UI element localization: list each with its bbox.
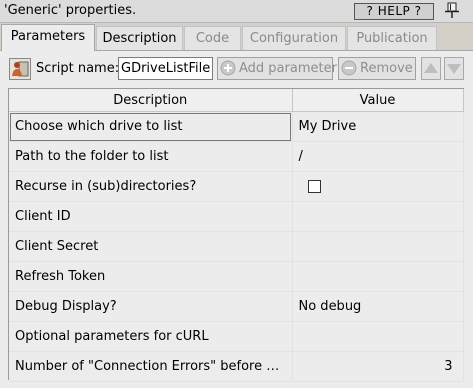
tab-description[interactable]: Description xyxy=(96,26,183,50)
remove-icon xyxy=(341,60,357,76)
tab-configuration[interactable]: Configuration xyxy=(242,26,346,50)
table-row[interactable]: Choose which drive to list My Drive xyxy=(9,111,464,142)
script-name-input[interactable] xyxy=(118,57,213,80)
tab-code[interactable]: Code xyxy=(184,26,241,50)
parameters-table: Description Value Choose which drive to … xyxy=(8,88,464,382)
pin-icon[interactable] xyxy=(444,2,460,19)
parameter-value[interactable] xyxy=(292,261,464,292)
parameter-description: Number of "Connection Errors" before Ab.… xyxy=(9,351,293,382)
description-column-header[interactable]: Description xyxy=(9,89,293,112)
table-row[interactable]: Client ID xyxy=(9,201,464,232)
remove-button[interactable]: Remove xyxy=(338,57,416,80)
tab-parameters[interactable]: Parameters xyxy=(1,24,95,51)
parameter-description: Path to the folder to list xyxy=(9,141,293,172)
value-column-header[interactable]: Value xyxy=(292,89,464,112)
remove-label: Remove xyxy=(360,61,413,76)
parameter-description: Recurse in (sub)directories? xyxy=(9,171,293,202)
add-parameter-label: Add parameter xyxy=(239,61,337,76)
table-row[interactable]: Client Secret xyxy=(9,231,464,262)
parameter-value[interactable]: No debug xyxy=(292,291,464,322)
parameter-description: Refresh Token xyxy=(9,261,293,292)
recurse-checkbox[interactable] xyxy=(307,180,321,193)
add-icon xyxy=(220,60,236,76)
toolbar: Script name: Add parameter Remove xyxy=(0,55,473,83)
table-row[interactable]: Number of "Connection Errors" before Ab.… xyxy=(9,351,464,382)
parameter-value[interactable] xyxy=(292,231,464,262)
table-row[interactable]: Debug Display? No debug xyxy=(9,291,464,322)
parameters-panel: Script name: Add parameter Remove xyxy=(0,50,473,388)
arrow-down-icon[interactable] xyxy=(444,57,464,80)
parameter-description: Debug Display? xyxy=(9,291,293,322)
parameter-value xyxy=(292,171,464,202)
parameter-value[interactable]: / xyxy=(292,141,464,172)
add-parameter-button[interactable]: Add parameter xyxy=(217,57,337,80)
arrow-up-icon[interactable] xyxy=(421,57,441,80)
parameter-description: Optional parameters for cURL xyxy=(9,321,293,352)
table-header-row: Description Value xyxy=(9,89,464,112)
table-row[interactable]: Path to the folder to list / xyxy=(9,141,464,172)
parameter-description: Client ID xyxy=(9,201,293,232)
tab-publication[interactable]: Publication xyxy=(347,26,437,50)
script-name-label: Script name: xyxy=(36,61,120,76)
parameter-value[interactable]: My Drive xyxy=(292,111,464,142)
parameter-value[interactable] xyxy=(292,321,464,352)
help-button[interactable]: ? HELP ? xyxy=(354,3,434,20)
parameter-description: Choose which drive to list xyxy=(9,111,293,142)
parameter-value[interactable] xyxy=(292,201,464,232)
tab-bar: Parameters Description Code Configuratio… xyxy=(0,24,473,51)
script-icon xyxy=(9,58,31,80)
table-row[interactable]: Recurse in (sub)directories? xyxy=(9,171,464,202)
table-row[interactable]: Refresh Token xyxy=(9,261,464,292)
window-title: 'Generic' properties. xyxy=(4,3,137,18)
title-bar: 'Generic' properties. ? HELP ? xyxy=(0,0,473,23)
parameter-description: Client Secret xyxy=(9,231,293,262)
parameter-value[interactable]: 3 xyxy=(292,351,464,382)
table-row[interactable]: Optional parameters for cURL xyxy=(9,321,464,352)
